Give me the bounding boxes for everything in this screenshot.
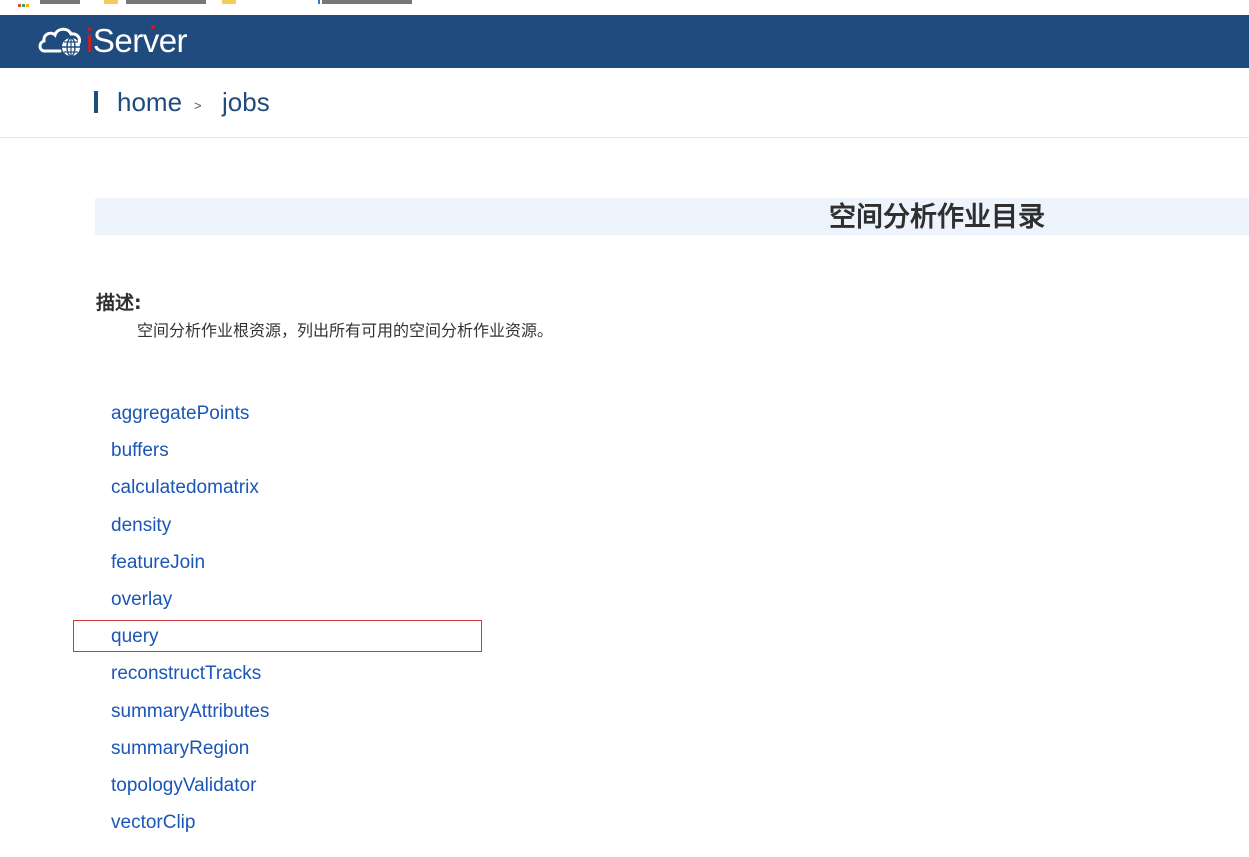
list-item: aggregatePoints [111, 401, 269, 438]
list-item: reconstructTracks [111, 661, 269, 698]
job-link-vectorClip[interactable]: vectorClip [111, 812, 195, 833]
bookmark-item[interactable] [40, 0, 80, 4]
job-link-summaryRegion[interactable]: summaryRegion [111, 738, 249, 759]
job-link-topologyValidator[interactable]: topologyValidator [111, 775, 256, 796]
folder-icon[interactable] [104, 0, 118, 4]
list-item: query [111, 624, 269, 661]
list-item: calculatedomatrix [111, 475, 269, 512]
description-text: 空间分析作业根资源，列出所有可用的空间分析作业资源。 [137, 321, 554, 340]
list-item: vectorClip [111, 810, 269, 847]
bookmark-item[interactable] [126, 0, 206, 4]
job-link-reconstructTracks[interactable]: reconstructTracks [111, 663, 261, 684]
site-header: iServer [0, 15, 1249, 68]
breadcrumb-separator: > [194, 98, 202, 113]
list-item: density [111, 513, 269, 550]
page-title: 空间分析作业目录 [829, 202, 1045, 233]
breadcrumb-marker [94, 91, 98, 113]
list-item: topologyValidator [111, 773, 269, 810]
bookmark-item[interactable] [322, 0, 412, 4]
breadcrumb-home-link[interactable]: home [117, 86, 182, 118]
list-item: summaryRegion [111, 736, 269, 773]
bookmarks-bar [0, 0, 1249, 15]
description-label: 描述: [96, 292, 142, 314]
list-item: summaryAttributes [111, 699, 269, 736]
apps-icon[interactable] [18, 0, 32, 7]
job-link-query[interactable]: query [111, 626, 159, 647]
job-link-aggregatePoints[interactable]: aggregatePoints [111, 403, 249, 424]
iserver-logo[interactable]: iServer [36, 22, 188, 59]
list-item: overlay [111, 587, 269, 624]
list-item: buffers [111, 438, 269, 475]
folder-icon[interactable] [222, 0, 236, 4]
job-link-buffers[interactable]: buffers [111, 440, 169, 461]
job-link-summaryAttributes[interactable]: summaryAttributes [111, 701, 269, 722]
job-link-density[interactable]: density [111, 515, 171, 536]
list-item: featureJoin [111, 550, 269, 587]
job-link-featureJoin[interactable]: featureJoin [111, 552, 205, 573]
breadcrumb: home > jobs [0, 68, 1249, 138]
job-list: aggregatePoints buffers calculatedomatri… [111, 401, 269, 847]
logo-text: iServer [86, 22, 188, 59]
job-link-overlay[interactable]: overlay [111, 589, 172, 610]
breadcrumb-current: jobs [222, 87, 270, 117]
cloud-globe-icon [38, 27, 81, 57]
job-link-calculatedomatrix[interactable]: calculatedomatrix [111, 477, 259, 498]
title-band [95, 198, 1249, 235]
